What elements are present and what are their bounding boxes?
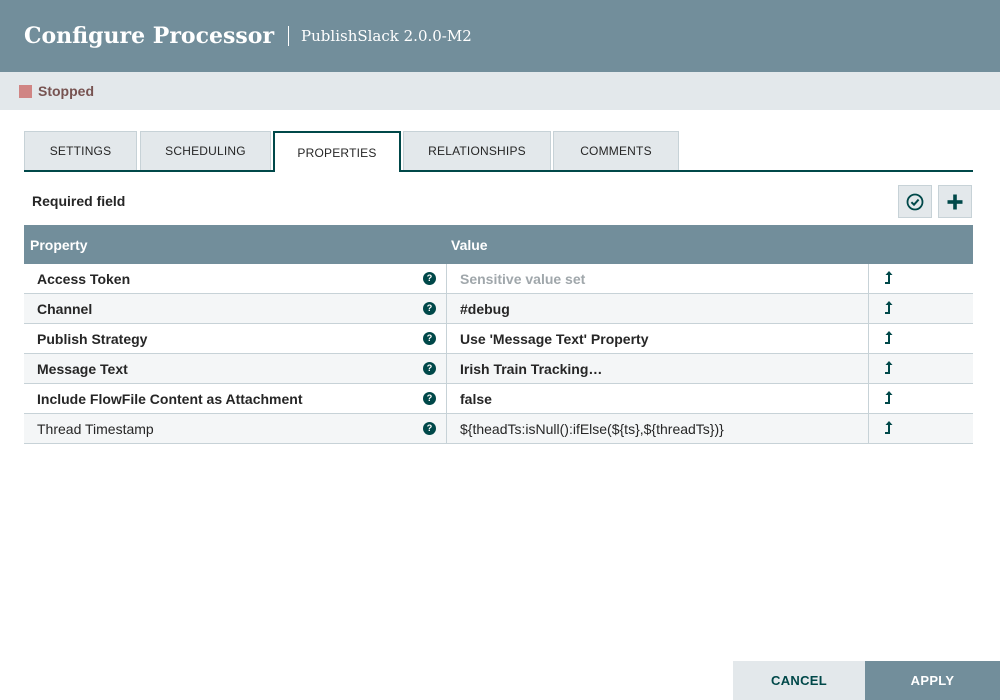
- property-name: Access Token: [37, 271, 131, 287]
- level-up-arrow-icon[interactable]: [882, 360, 896, 376]
- property-name: Publish Strategy: [37, 331, 148, 347]
- check-circle-icon: [906, 193, 924, 210]
- column-divider: [446, 294, 447, 323]
- column-divider: [868, 354, 869, 383]
- question-circle-icon[interactable]: ?: [423, 332, 436, 345]
- question-circle-icon[interactable]: ?: [423, 302, 436, 315]
- dialog-header: Configure Processor PublishSlack 2.0.0-M…: [0, 0, 1000, 72]
- property-value[interactable]: Irish Train Tracking…: [460, 361, 602, 377]
- property-name: Message Text: [37, 361, 128, 377]
- required-field-label: Required field: [32, 193, 126, 209]
- table-header: Property Value: [24, 225, 973, 264]
- column-divider: [868, 414, 869, 443]
- level-up-arrow-icon[interactable]: [882, 330, 896, 346]
- properties-table: Property Value Access Token ? Sensitive …: [24, 225, 973, 444]
- table-row[interactable]: Channel ? #debug: [24, 294, 973, 324]
- status-label: Stopped: [38, 83, 94, 99]
- column-divider: [868, 324, 869, 353]
- column-divider: [446, 384, 447, 413]
- question-circle-icon[interactable]: ?: [423, 392, 436, 405]
- table-row[interactable]: Message Text ? Irish Train Tracking…: [24, 354, 973, 384]
- property-name: Channel: [37, 301, 93, 317]
- column-divider: [868, 264, 869, 293]
- question-circle-icon[interactable]: ?: [423, 422, 436, 435]
- add-property-button[interactable]: [938, 185, 972, 218]
- tab-properties[interactable]: PROPERTIES: [273, 131, 401, 172]
- question-circle-icon[interactable]: ?: [423, 272, 436, 285]
- level-up-arrow-icon[interactable]: [882, 270, 896, 286]
- property-value[interactable]: #debug: [460, 301, 510, 317]
- table-row[interactable]: Publish Strategy ? Use 'Message Text' Pr…: [24, 324, 973, 354]
- header-property: Property: [30, 237, 88, 253]
- column-divider: [868, 294, 869, 323]
- stopped-status-icon: [19, 84, 32, 98]
- dialog-subtitle: PublishSlack 2.0.0-M2: [301, 27, 472, 45]
- tab-relationships[interactable]: RELATIONSHIPS: [403, 131, 551, 170]
- apply-button[interactable]: APPLY: [865, 661, 1000, 700]
- level-up-arrow-icon[interactable]: [882, 420, 896, 436]
- level-up-arrow-icon[interactable]: [882, 390, 896, 406]
- tab-settings[interactable]: SETTINGS: [24, 131, 137, 170]
- level-up-arrow-icon[interactable]: [882, 300, 896, 316]
- status-bar: Stopped: [0, 72, 1000, 110]
- property-value[interactable]: Sensitive value set: [460, 271, 585, 287]
- header-divider: [288, 26, 290, 46]
- cancel-button[interactable]: CANCEL: [733, 661, 865, 700]
- table-row[interactable]: Access Token ? Sensitive value set: [24, 264, 973, 294]
- property-name: Thread Timestamp: [37, 421, 154, 437]
- tab-comments[interactable]: COMMENTS: [553, 131, 679, 170]
- table-row[interactable]: Include FlowFile Content as Attachment ?…: [24, 384, 973, 414]
- column-divider: [446, 414, 447, 443]
- column-divider: [868, 384, 869, 413]
- header-value: Value: [451, 237, 488, 253]
- property-value[interactable]: ${theadTs:isNull():ifElse(${ts},${thread…: [460, 421, 724, 437]
- dialog-title: Configure Processor: [24, 23, 275, 49]
- verify-properties-button[interactable]: [898, 185, 932, 218]
- table-row[interactable]: Thread Timestamp ? ${theadTs:isNull():if…: [24, 414, 973, 444]
- question-circle-icon[interactable]: ?: [423, 362, 436, 375]
- column-divider: [446, 354, 447, 383]
- property-value[interactable]: Use 'Message Text' Property: [460, 331, 648, 347]
- plus-icon: [947, 194, 963, 209]
- tab-scheduling[interactable]: SCHEDULING: [140, 131, 271, 170]
- column-divider: [446, 324, 447, 353]
- property-value[interactable]: false: [460, 391, 492, 407]
- column-divider: [446, 264, 447, 293]
- property-name: Include FlowFile Content as Attachment: [37, 391, 303, 407]
- tab-bar: SETTINGS SCHEDULING PROPERTIES RELATIONS…: [24, 131, 973, 172]
